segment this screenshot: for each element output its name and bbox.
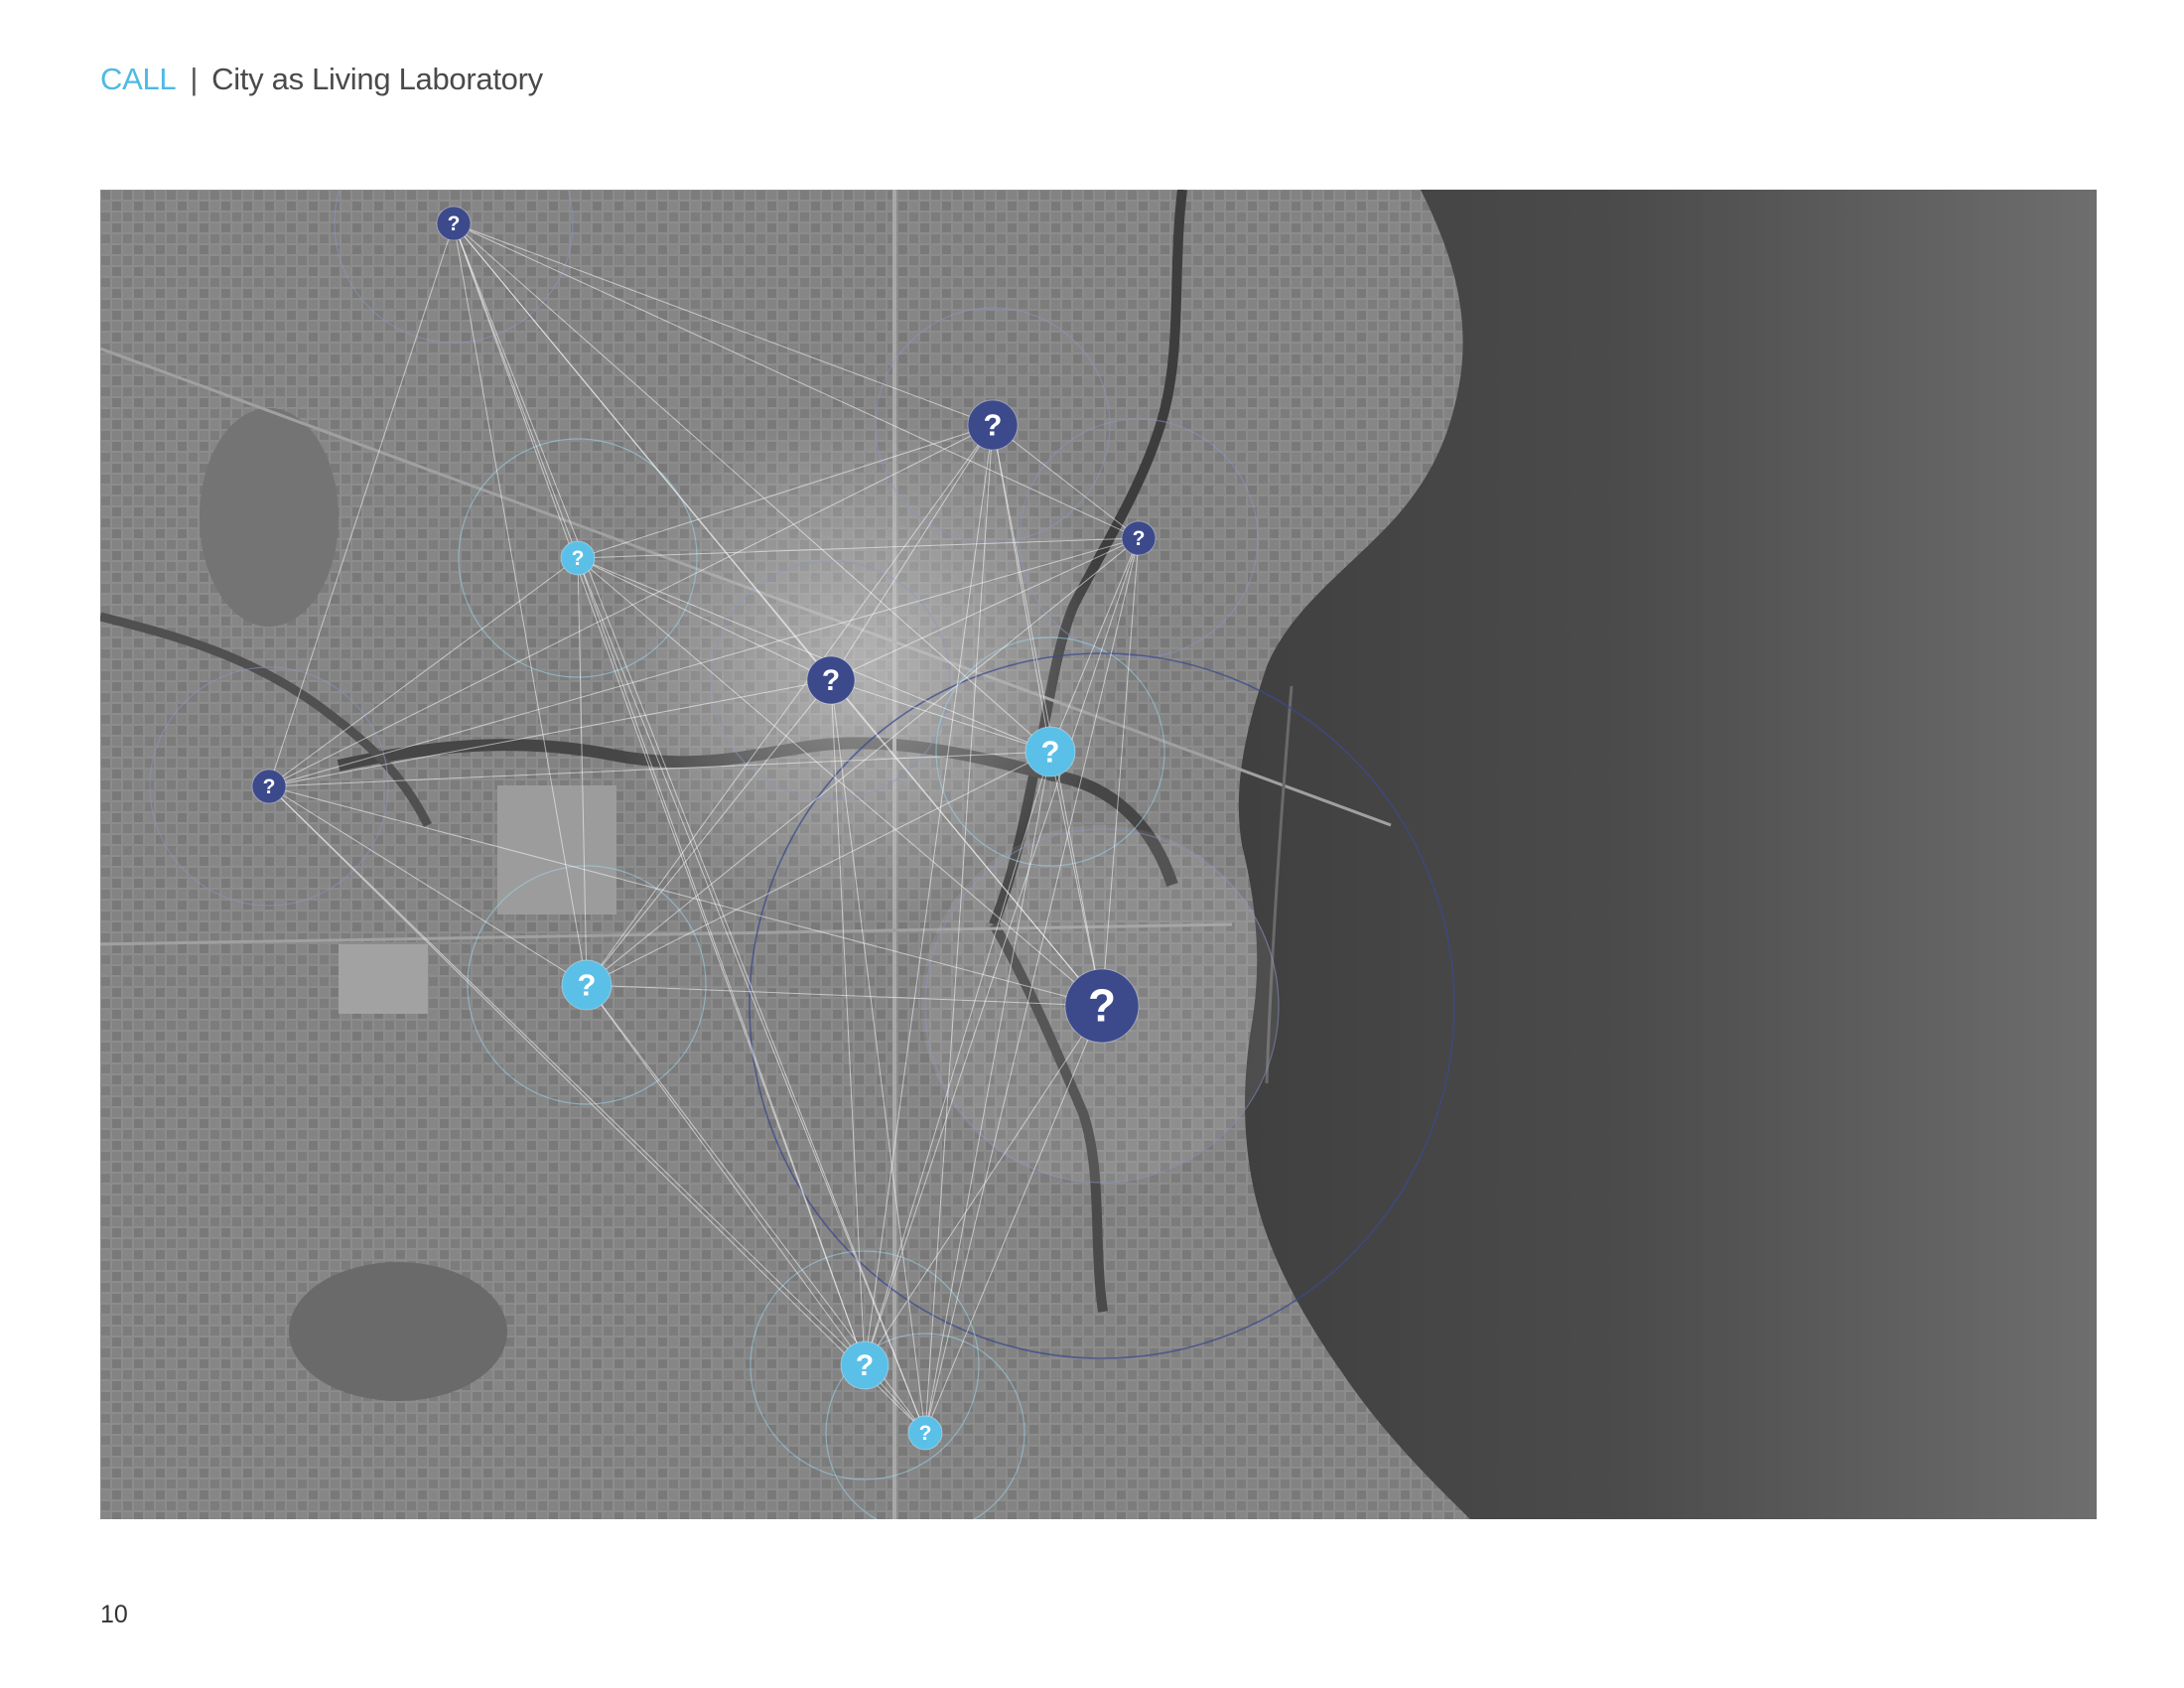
page-title: City as Living Laboratory [211, 62, 543, 96]
header-separator: | [190, 62, 199, 96]
question-marker[interactable]: ? [560, 540, 596, 576]
question-marker[interactable]: ? [840, 1340, 889, 1390]
question-marker[interactable]: ? [251, 769, 287, 804]
question-glyph: ? [822, 664, 840, 697]
question-marker[interactable]: ? [1024, 726, 1076, 777]
question-marker[interactable]: ? [561, 959, 613, 1011]
question-glyph: ? [578, 968, 597, 1003]
question-glyph: ? [448, 212, 461, 235]
industrial-block [339, 944, 428, 1014]
question-marker[interactable]: ? [1064, 968, 1140, 1044]
question-glyph: ? [572, 547, 585, 570]
question-glyph: ? [1133, 527, 1146, 550]
question-marker[interactable]: ? [436, 206, 472, 241]
park-west [200, 408, 339, 627]
park-south [289, 1262, 507, 1401]
question-glyph: ? [1041, 735, 1060, 770]
brand-label: CALL [100, 62, 177, 96]
question-glyph: ? [263, 775, 276, 798]
question-marker[interactable]: ? [907, 1415, 943, 1451]
question-marker[interactable]: ? [806, 655, 856, 705]
page-number: 10 [100, 1601, 128, 1628]
map-canvas[interactable]: ??????????? [100, 190, 2097, 1519]
question-glyph: ? [919, 1422, 932, 1445]
industrial-valley [497, 785, 616, 914]
question-glyph: ? [856, 1349, 874, 1382]
aerial-map[interactable]: ??????????? [100, 190, 2097, 1519]
question-glyph: ? [1088, 980, 1116, 1032]
question-glyph: ? [984, 408, 1003, 443]
page-header: CALL | City as Living Laboratory [100, 58, 543, 101]
question-marker[interactable]: ? [967, 399, 1019, 451]
question-marker[interactable]: ? [1121, 520, 1157, 556]
